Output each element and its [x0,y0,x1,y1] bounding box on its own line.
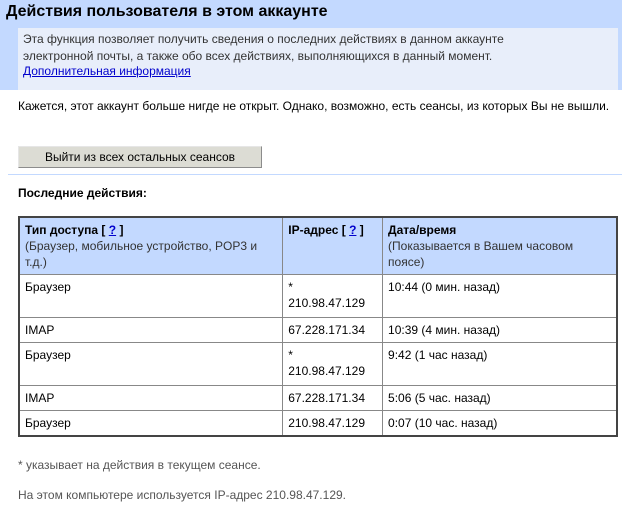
cell-type: IMAP [18,317,284,343]
datetime-title: Дата/время [388,223,457,237]
cell-time: 10:44 (0 мин. назад) [382,274,618,318]
datetime-subtitle: (Показывается в Вашем часовом поясе) [388,239,574,269]
access-type-subtitle: (Браузер, мобильное устройство, POP3 и т… [25,239,258,269]
divider [8,174,622,175]
current-session-marker: * [288,348,293,362]
more-info-link[interactable]: Дополнительная информация [23,63,191,80]
current-session-footnote: * указывает на действия в текущем сеансе… [18,458,261,472]
access-type-help-link[interactable]: ? [109,223,116,237]
table-row: IMAP 67.228.171.34 10:39 (4 мин. назад) [18,317,618,343]
current-session-marker: * [288,280,293,294]
table-row: IMAP 67.228.171.34 5:06 (5 час. назад) [18,385,618,411]
table-row: Браузер * 210.98.47.129 10:44 (0 мин. наз… [18,274,618,318]
cell-type: Браузер [18,410,284,437]
recent-activity-label: Последние действия: [18,186,147,200]
table-row: Браузер 210.98.47.129 0:07 (10 час. наза… [18,410,618,437]
header-bar: Действия пользователя в этом аккаунте Эт… [0,0,622,90]
header-ip-address: IP-адрес [ ? ] [282,216,384,275]
intro-box: Эта функция позволяет получить сведения … [18,28,618,90]
header-access-type: Тип доступа [ ? ] (Браузер, мобильное ус… [18,216,284,275]
access-type-title: Тип доступа [25,223,99,237]
cell-time: 5:06 (5 час. назад) [382,385,618,411]
intro-line-1: Эта функция позволяет получить сведения … [23,32,504,46]
table-header-row: Тип доступа [ ? ] (Браузер, мобильное ус… [18,216,618,275]
page-title: Действия пользователя в этом аккаунте [6,3,328,20]
cell-time: 0:07 (10 час. назад) [382,410,618,437]
cell-ip: 210.98.47.129 [282,410,384,437]
cell-ip: 67.228.171.34 [282,317,384,343]
intro-text: Эта функция позволяет получить сведения … [23,31,583,65]
ip-value: 210.98.47.129 [288,364,365,378]
cell-time: 10:39 (4 мин. назад) [382,317,618,343]
cell-ip: * 210.98.47.129 [282,274,384,318]
cell-type: IMAP [18,385,284,411]
cell-ip: 67.228.171.34 [282,385,384,411]
cell-type: Браузер [18,274,284,318]
cell-time: 9:42 (1 час назад) [382,342,618,386]
header-date-time: Дата/время (Показывается в Вашем часовом… [382,216,618,275]
sign-out-all-sessions-button[interactable]: Выйти из всех остальных сеансов [18,146,262,168]
ip-value: 210.98.47.129 [288,296,365,310]
no-other-sessions-notice: Кажется, этот аккаунт больше нигде не от… [18,99,610,113]
this-computer-ip-footnote: На этом компьютере используется IP-адрес… [18,488,346,502]
activity-table: Тип доступа [ ? ] (Браузер, мобильное ус… [18,216,618,437]
table-row: Браузер * 210.98.47.129 9:42 (1 час назад… [18,342,618,386]
cell-type: Браузер [18,342,284,386]
cell-ip: * 210.98.47.129 [282,342,384,386]
ip-title: IP-адрес [288,223,339,237]
